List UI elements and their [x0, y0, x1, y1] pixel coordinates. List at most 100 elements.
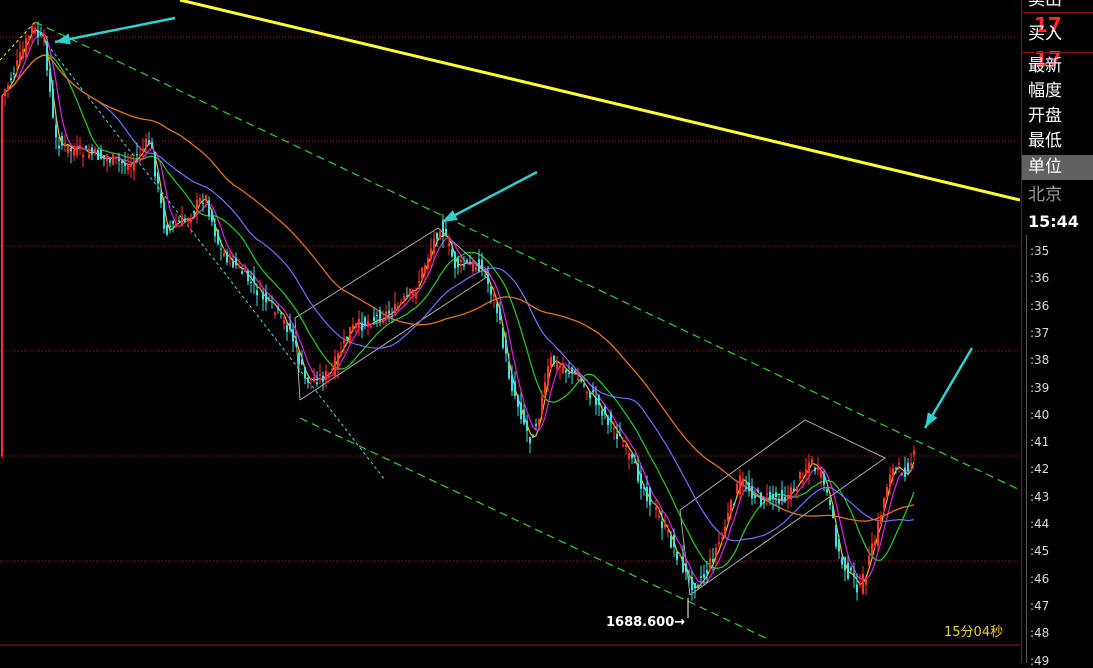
candle-body [292, 329, 294, 342]
candle-body [118, 159, 120, 162]
candle-body [43, 37, 45, 39]
candle-body [307, 377, 309, 383]
candle-body [7, 85, 9, 89]
candle-body [748, 482, 750, 492]
candle-body [532, 435, 534, 438]
candle-body [169, 225, 171, 228]
candle-body [850, 567, 852, 571]
candle-body [358, 318, 360, 328]
candle-body [340, 352, 342, 356]
candle-body [715, 547, 717, 557]
candle-body [493, 294, 495, 297]
candle-body [721, 533, 723, 536]
price-chart[interactable]: 1688.600→ 15分04秒 [0, 0, 1020, 663]
candle-body [55, 124, 57, 138]
candle-body [640, 474, 642, 489]
candle-body [904, 467, 906, 477]
time-tick: :44 [1030, 517, 1050, 531]
candle-body [238, 265, 240, 267]
candle-body [412, 289, 414, 296]
candle-body [4, 89, 6, 97]
candle-body [724, 526, 726, 537]
unit-row[interactable]: 单位 [1022, 155, 1093, 180]
candle-body [772, 494, 774, 499]
candle-body [10, 78, 12, 81]
candle-body [655, 507, 657, 510]
candle-body [139, 154, 141, 156]
candle-body [541, 397, 543, 415]
candle-body [178, 220, 180, 222]
candle-body [553, 355, 555, 365]
candle-body [379, 310, 381, 323]
candle-body [844, 557, 846, 571]
candle-body [283, 320, 285, 324]
candle-body [409, 288, 411, 294]
candle-body [97, 149, 99, 160]
candle-body [211, 210, 213, 222]
candle-body [424, 265, 426, 274]
candle-body [349, 327, 351, 344]
candle-body [829, 500, 831, 506]
candle-body [166, 224, 168, 235]
candle-body [529, 437, 531, 444]
moving-average-lines [1, 29, 915, 589]
candle-body [895, 467, 897, 469]
open-label: 开盘 [1028, 106, 1062, 126]
dotted-channel-line [39, 34, 386, 481]
candle-body [136, 154, 138, 156]
candle-body [601, 410, 603, 416]
candle-body [457, 258, 459, 268]
candle-body [694, 583, 696, 589]
candle-body [622, 445, 624, 447]
candle-body [874, 541, 876, 546]
candle-body [535, 424, 537, 427]
candle-body [121, 160, 123, 164]
candle-body [322, 375, 324, 382]
time-tick: :46 [1030, 571, 1050, 586]
time-tick: :41 [1030, 435, 1050, 450]
time-tick: :39 [1030, 380, 1050, 395]
pointer-arrow [54, 16, 176, 44]
candle-body [913, 450, 915, 455]
time-tick: :37 [1030, 325, 1050, 340]
candle-body [610, 412, 612, 422]
candle-body [574, 371, 576, 373]
candle-body [295, 339, 297, 345]
candle-body [586, 392, 588, 394]
current-time: 15:44 [1028, 212, 1079, 231]
candle-body [886, 486, 888, 498]
candle-body [841, 557, 843, 565]
candle-body [61, 136, 63, 146]
candle-body [808, 462, 810, 474]
latest-label: 最新 [1028, 56, 1062, 76]
time-tick: :36 [1030, 298, 1050, 313]
candle-body [208, 200, 210, 217]
candle-body [19, 52, 21, 65]
candle-body [583, 384, 585, 386]
candle-body [733, 503, 735, 505]
candle-body [241, 271, 243, 274]
candle-body [355, 323, 357, 329]
candle-body [88, 154, 90, 158]
candle-body [343, 338, 345, 344]
candle-body [1, 95, 3, 456]
candle-body [607, 416, 609, 425]
candle-body [127, 163, 129, 171]
candle-body [907, 463, 909, 472]
candle-body [157, 172, 159, 184]
time-tick: :36 [1030, 271, 1050, 286]
candle-body [685, 563, 687, 573]
candle-body [766, 493, 768, 495]
candle-body [451, 249, 453, 257]
candle-body [28, 36, 30, 41]
candle-body [511, 374, 513, 391]
candle-body [757, 489, 759, 493]
candle-body [277, 307, 279, 310]
candle-body [523, 409, 525, 424]
candle-body [865, 576, 867, 585]
candle-body [688, 579, 690, 581]
arrow-head [442, 210, 458, 222]
candle-body [628, 453, 630, 459]
time-tick: :43 [1030, 489, 1050, 504]
candle-body [598, 395, 600, 406]
